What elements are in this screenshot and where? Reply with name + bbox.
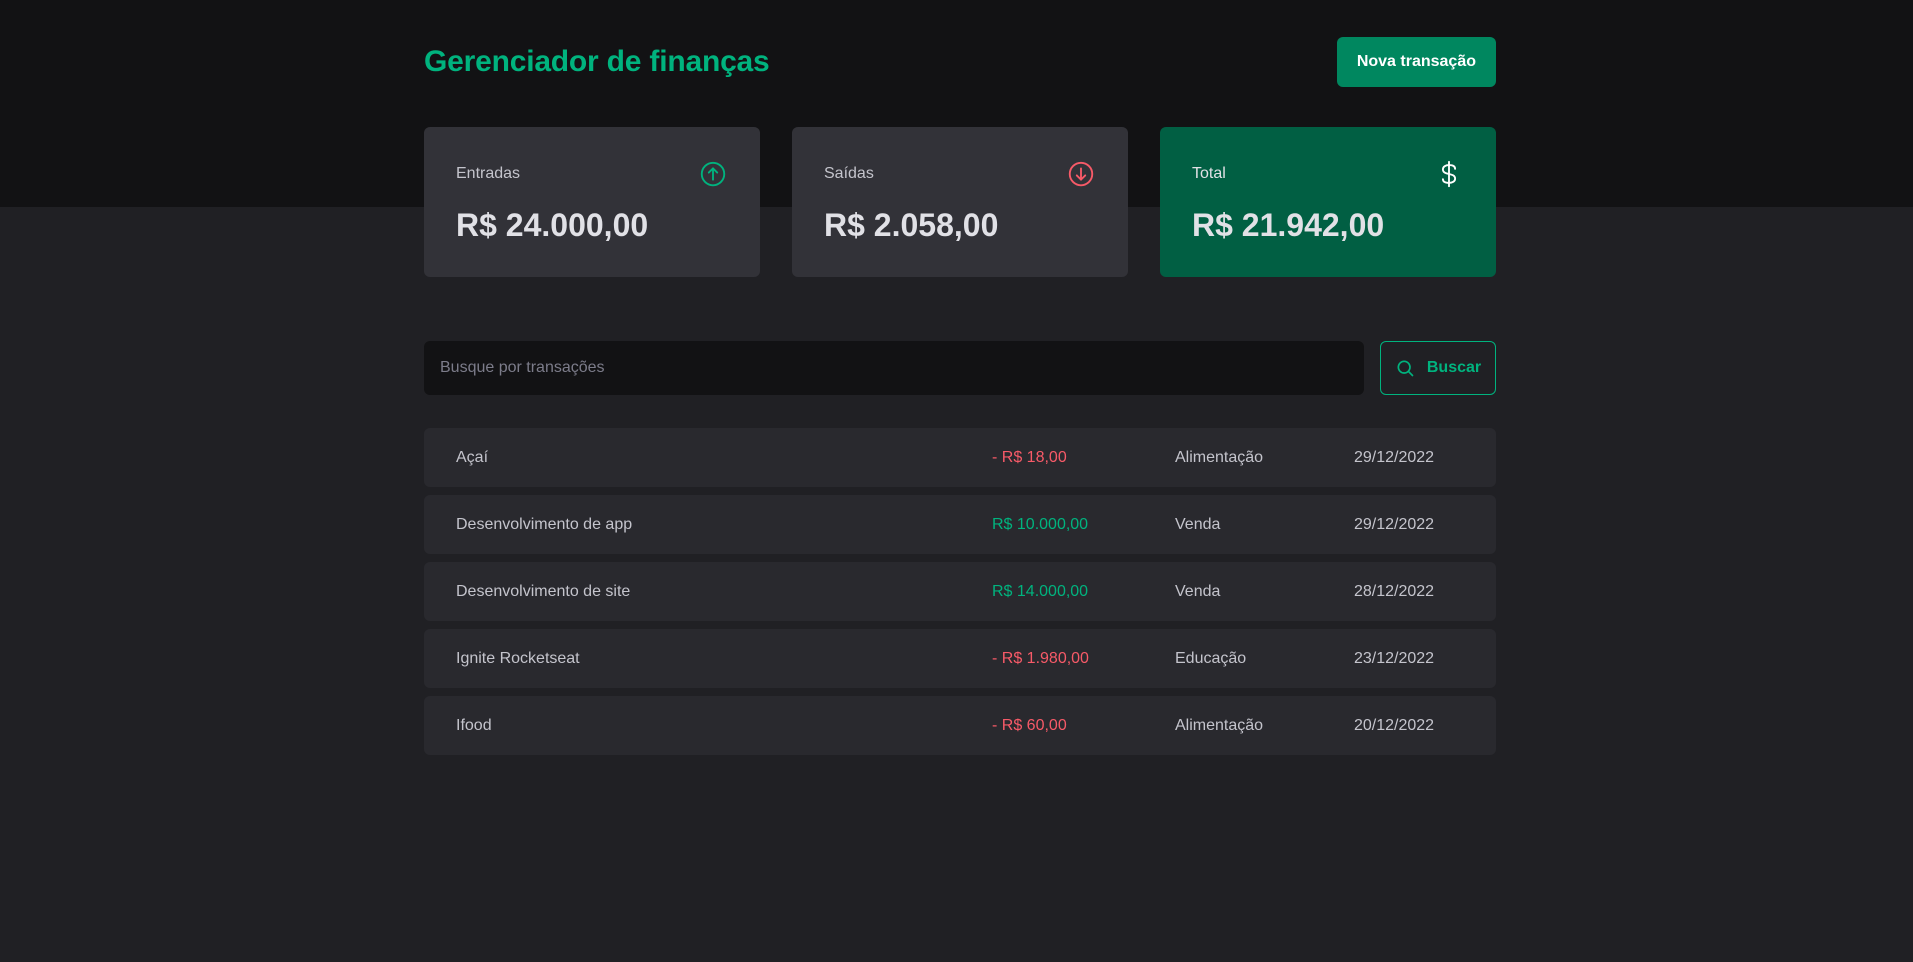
transaction-date: 20/12/2022 [1354, 717, 1435, 734]
table-row: Ifood - R$ 60,00 Alimentação 20/12/2022 [424, 696, 1496, 755]
transaction-description: Ignite Rocketseat [456, 650, 580, 667]
search-form: Buscar [424, 341, 1496, 395]
transaction-date: 23/12/2022 [1354, 650, 1435, 667]
transaction-category: Educação [1175, 650, 1247, 667]
arrow-circle-down-icon [1066, 159, 1096, 189]
arrow-circle-up-icon [698, 159, 728, 189]
search-input[interactable] [424, 341, 1364, 395]
transaction-description: Desenvolvimento de site [456, 583, 631, 600]
transaction-category: Venda [1175, 583, 1221, 600]
table-row: Desenvolvimento de site R$ 14.000,00 Ven… [424, 562, 1496, 621]
transaction-category: Alimentação [1175, 449, 1264, 466]
outcome-label: Saídas [824, 165, 874, 182]
app-logo: Gerenciador de finanças [424, 45, 770, 78]
new-transaction-button[interactable]: Nova transação [1336, 37, 1496, 87]
transaction-description: Desenvolvimento de app [456, 516, 633, 533]
transaction-price: - R$ 1.980,00 [992, 650, 1089, 667]
transaction-price: R$ 10.000,00 [992, 516, 1089, 533]
search-button[interactable]: Buscar [1380, 341, 1496, 395]
table-row: Ignite Rocketseat - R$ 1.980,00 Educação… [424, 629, 1496, 688]
outcome-value: R$ 2.058,00 [824, 207, 999, 243]
total-value: R$ 21.942,00 [1192, 207, 1385, 243]
table-row: Açaí - R$ 18,00 Alimentação 29/12/2022 [424, 428, 1496, 487]
transaction-price: - R$ 60,00 [992, 717, 1067, 734]
total-label: Total [1192, 165, 1226, 182]
transaction-description: Açaí [456, 449, 489, 466]
transaction-category: Alimentação [1175, 717, 1264, 734]
page-header: Gerenciador de finanças Nova transação [424, 37, 1496, 87]
income-label: Entradas [456, 165, 521, 182]
transactions-table: Açaí - R$ 18,00 Alimentação 29/12/2022 D… [424, 428, 1496, 763]
table-row: Desenvolvimento de app R$ 10.000,00 Vend… [424, 495, 1496, 554]
magnifying-glass-icon [1395, 358, 1415, 378]
transaction-date: 29/12/2022 [1354, 516, 1435, 533]
income-value: R$ 24.000,00 [456, 207, 649, 243]
transaction-price: R$ 14.000,00 [992, 583, 1089, 600]
transaction-date: 29/12/2022 [1354, 449, 1435, 466]
transaction-description: Ifood [456, 717, 492, 734]
summary-cards: Entradas R$ 24.000,00 Saídas R$ 2.058,00… [424, 127, 1496, 277]
income-card: Entradas R$ 24.000,00 [424, 127, 760, 277]
currency-dollar-icon [1434, 158, 1464, 190]
transaction-date: 28/12/2022 [1354, 583, 1435, 600]
transaction-price: - R$ 18,00 [992, 449, 1067, 466]
transaction-category: Venda [1175, 516, 1221, 533]
total-card: Total R$ 21.942,00 [1160, 127, 1496, 277]
search-button-label: Buscar [1426, 359, 1482, 376]
outcome-card: Saídas R$ 2.058,00 [792, 127, 1128, 277]
